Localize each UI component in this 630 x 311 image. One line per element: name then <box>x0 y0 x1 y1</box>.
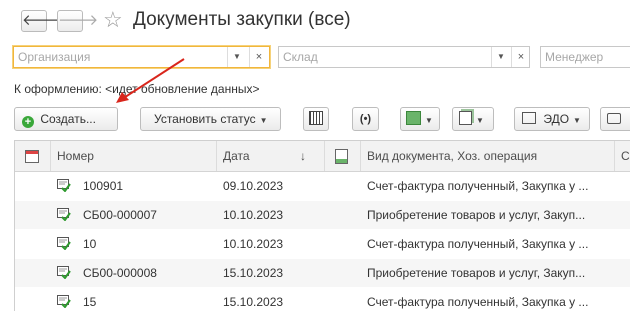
chevron-down-icon[interactable]: ▼ <box>227 47 246 67</box>
annotation-arrow-icon <box>116 58 185 103</box>
chevron-down-icon: ▼ <box>425 116 433 125</box>
row-number: 15 <box>83 295 97 309</box>
documents-table: Номер Дата ↓ Вид документа, Хоз. операци… <box>14 140 630 311</box>
row-doc-type: Счет-фактура полученный, Закупка у ... <box>367 295 589 309</box>
chevron-down-icon: ▼ <box>476 116 484 125</box>
edo-button[interactable]: ЭДО ▼ <box>514 107 590 131</box>
table-row[interactable]: СБ00-000007 10.10.2023 Приобретение товаро… <box>15 201 630 229</box>
row-number: 10 <box>83 237 97 251</box>
header-doc-type[interactable]: Вид документа, Хоз. операция <box>361 141 615 171</box>
create-button[interactable]: + Создать... <box>14 107 118 131</box>
row-doc-type: Приобретение товаров и услуг, Закуп... <box>367 266 586 280</box>
print-reports-button[interactable]: ▼ <box>452 107 494 131</box>
table-row[interactable]: 15 15.10.2023 Счет-фактура полученный, Зак… <box>15 288 630 311</box>
table-row[interactable]: СБ00-000008 15.10.2023 Приобретение товаро… <box>15 259 630 287</box>
row-date: 10.10.2023 <box>223 208 284 222</box>
row-number: СБ00-000008 <box>83 266 157 280</box>
header-attachment-col[interactable] <box>325 141 361 171</box>
chevron-down-icon: ▼ <box>259 116 268 125</box>
row-date: 10.10.2023 <box>223 237 284 251</box>
forward-button[interactable]: 🡒 <box>57 10 98 32</box>
table-row[interactable]: 10 10.10.2023 Счет-фактура полученный, Зак… <box>15 230 630 258</box>
document-icon <box>335 149 348 164</box>
posted-document-icon <box>57 266 71 279</box>
report-icon <box>459 111 472 125</box>
header-extra[interactable]: С <box>615 141 630 171</box>
list-icon <box>25 150 39 163</box>
posted-document-icon <box>57 208 71 221</box>
row-number: СБ00-000007 <box>83 208 157 222</box>
warehouse-field[interactable]: Склад ▼ × <box>278 46 530 68</box>
back-button[interactable]: 🡐 <box>21 10 62 32</box>
manager-field[interactable]: Менеджер <box>540 46 630 68</box>
favorite-star-icon[interactable]: ☆ <box>103 8 123 32</box>
row-doc-type: Счет-фактура полученный, Закупка у ... <box>367 237 589 251</box>
exchange-icon: (•) <box>359 113 372 125</box>
posted-document-icon <box>57 237 71 250</box>
sort-down-icon: ↓ <box>300 149 306 163</box>
barcode-icon <box>309 111 323 125</box>
header-status-col[interactable] <box>15 141 51 171</box>
create-based-icon <box>406 111 421 125</box>
arrow-right-icon: 🡒 <box>58 12 99 29</box>
table-row[interactable]: 100901 09.10.2023 Счет-фактура полученный,… <box>15 172 630 200</box>
set-status-label: Установить статус <box>154 112 256 126</box>
set-status-button[interactable]: Установить статус ▼ <box>140 107 281 131</box>
print-button[interactable] <box>600 107 630 131</box>
row-doc-type: Приобретение товаров и услуг, Закуп... <box>367 208 586 222</box>
posted-document-icon <box>57 295 71 308</box>
row-date: 15.10.2023 <box>223 295 284 309</box>
table-header: Номер Дата ↓ Вид документа, Хоз. операци… <box>15 141 630 172</box>
printer-icon <box>607 113 621 124</box>
exchange-button[interactable]: (•) <box>352 107 379 131</box>
row-doc-type: Счет-фактура полученный, Закупка у ... <box>367 179 589 193</box>
manager-placeholder: Менеджер <box>545 50 604 64</box>
row-date: 15.10.2023 <box>223 266 284 280</box>
row-number: 100901 <box>83 179 124 193</box>
create-based-button[interactable]: ▼ <box>400 107 440 131</box>
header-date-label: Дата <box>223 149 250 163</box>
chevron-down-icon[interactable]: ▼ <box>491 47 510 67</box>
chevron-down-icon: ▼ <box>573 116 581 125</box>
row-date: 09.10.2023 <box>223 179 284 193</box>
warehouse-placeholder: Склад <box>283 50 318 64</box>
clear-icon[interactable]: × <box>249 47 268 67</box>
organization-placeholder: Организация <box>18 50 91 64</box>
add-icon: + <box>22 116 34 128</box>
posted-document-icon <box>57 179 71 192</box>
clear-icon[interactable]: × <box>511 47 530 67</box>
header-date[interactable]: Дата ↓ <box>217 141 325 171</box>
edo-label: ЭДО <box>543 112 570 126</box>
barcode-scan-button[interactable] <box>303 107 329 131</box>
edo-icon <box>522 112 536 124</box>
header-number[interactable]: Номер <box>51 141 217 171</box>
create-button-label: Создать... <box>40 112 96 126</box>
page-title: Документы закупки (все) <box>133 9 351 30</box>
